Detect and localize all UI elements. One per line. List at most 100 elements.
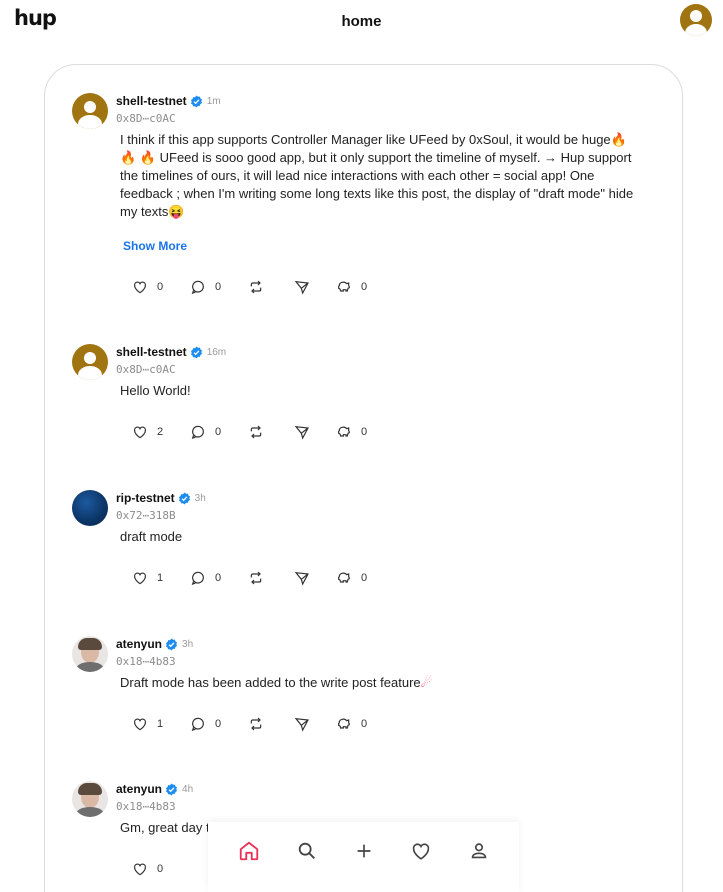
verified-badge-icon — [190, 346, 202, 358]
nav-activity[interactable] — [410, 840, 434, 864]
send-icon — [294, 425, 309, 440]
wallet-address: 0x18⋯4b83 — [116, 800, 176, 813]
like-button[interactable]: 2 — [132, 424, 163, 440]
post-card[interactable]: shell-testnet 1m 0x8D⋯c0AC I think if th… — [72, 93, 672, 303]
post-avatar[interactable] — [72, 636, 108, 672]
comment-count: 0 — [215, 281, 222, 293]
tip-count: 0 — [361, 572, 368, 584]
piggy-bank-icon — [338, 572, 350, 583]
post-username[interactable]: atenyun — [116, 782, 162, 796]
repost-button[interactable] — [248, 716, 264, 732]
comment-button[interactable]: 0 — [190, 570, 221, 586]
like-count: 0 — [157, 863, 164, 875]
heart-icon — [412, 843, 430, 860]
like-count: 1 — [157, 572, 164, 584]
page-title: home — [341, 13, 382, 30]
heart-icon — [134, 281, 146, 294]
plus-icon — [357, 844, 371, 858]
post-text: I think if this app supports Controller … — [120, 132, 634, 219]
tip-button[interactable]: 0 — [336, 279, 367, 295]
comment-icon — [191, 280, 204, 294]
send-icon — [294, 571, 309, 586]
like-button[interactable]: 1 — [132, 570, 163, 586]
wallet-address: 0x18⋯4b83 — [116, 655, 176, 668]
post-actions: 2 0 0 — [132, 424, 392, 442]
repost-button[interactable] — [248, 570, 264, 586]
comment-button[interactable]: 0 — [190, 279, 221, 295]
wallet-address: 0x8D⋯c0AC — [116, 112, 176, 125]
post-actions: 1 0 0 — [132, 716, 392, 734]
post-card[interactable]: shell-testnet 16m 0x8D⋯c0AC Hello World!… — [72, 344, 672, 444]
like-button[interactable]: 0 — [132, 279, 163, 295]
repost-icon — [250, 571, 262, 585]
home-icon — [239, 841, 259, 861]
piggy-bank-icon — [338, 426, 350, 437]
comment-icon — [191, 717, 204, 731]
comment-icon — [191, 571, 204, 585]
search-icon — [298, 842, 315, 859]
verified-badge-icon — [178, 492, 190, 504]
nav-home[interactable] — [238, 840, 262, 864]
post-username[interactable]: atenyun — [116, 637, 162, 651]
heart-icon — [134, 572, 146, 585]
post-avatar[interactable] — [72, 93, 108, 129]
nav-create-post[interactable] — [353, 840, 377, 864]
post-username[interactable]: shell-testnet — [116, 94, 187, 108]
post-text: draft mode — [120, 529, 183, 544]
like-count: 1 — [157, 718, 164, 730]
post-avatar[interactable] — [72, 781, 108, 817]
comment-count: 0 — [215, 718, 222, 730]
share-button[interactable] — [294, 279, 310, 295]
heart-icon — [134, 718, 146, 731]
comment-count: 0 — [215, 572, 222, 584]
post-text: Hello World! — [120, 383, 191, 398]
tip-button[interactable]: 0 — [336, 570, 367, 586]
like-button[interactable]: 1 — [132, 716, 163, 732]
tip-count: 0 — [361, 281, 368, 293]
tip-button[interactable]: 0 — [336, 716, 367, 732]
post-avatar[interactable] — [72, 344, 108, 380]
comet-emoji-icon: ☄ — [420, 675, 433, 690]
repost-icon — [250, 280, 262, 294]
post-username[interactable]: shell-testnet — [116, 345, 187, 359]
verified-badge-icon — [165, 638, 178, 650]
profile-icon — [471, 843, 487, 859]
post-time: 4h — [182, 783, 194, 795]
piggy-bank-icon — [338, 718, 350, 729]
post-time: 3h — [194, 492, 206, 504]
repost-button[interactable] — [248, 279, 264, 295]
nav-profile[interactable] — [468, 840, 492, 864]
tip-button[interactable]: 0 — [336, 424, 367, 440]
post-actions: 1 0 0 — [132, 570, 392, 588]
share-button[interactable] — [294, 716, 310, 732]
share-button[interactable] — [294, 570, 310, 586]
comment-count: 0 — [215, 426, 222, 438]
comment-icon — [191, 425, 204, 439]
tip-count: 0 — [361, 426, 368, 438]
post-username[interactable]: rip-testnet — [116, 491, 175, 505]
user-avatar[interactable] — [680, 4, 712, 36]
post-time: 16m — [206, 346, 227, 358]
post-actions: 0 0 0 — [132, 279, 392, 297]
like-button[interactable]: 0 — [132, 861, 163, 877]
post-card[interactable]: atenyun 3h 0x18⋯4b83 Draft mode has been… — [72, 636, 672, 736]
like-count: 2 — [157, 426, 164, 438]
post-card[interactable]: rip-testnet 3h 0x72⋯318B draft mode 1 0 … — [72, 490, 672, 590]
send-icon — [294, 717, 309, 732]
share-button[interactable] — [294, 424, 310, 440]
send-icon — [294, 280, 309, 295]
comment-button[interactable]: 0 — [190, 716, 221, 732]
fire-emoji-icon: 🔥 — [610, 132, 627, 147]
nav-search[interactable] — [296, 840, 320, 864]
post-avatar[interactable] — [72, 490, 108, 526]
show-more-link[interactable]: Show More — [123, 239, 187, 253]
comment-button[interactable]: 0 — [190, 424, 221, 440]
wallet-address: 0x72⋯318B — [116, 509, 176, 522]
repost-button[interactable] — [248, 424, 264, 440]
top-bar: hup home — [0, 0, 723, 44]
post-time: 3h — [182, 638, 194, 650]
like-count: 0 — [157, 281, 164, 293]
repost-icon — [250, 425, 262, 439]
tip-count: 0 — [361, 718, 368, 730]
heart-icon — [134, 426, 146, 439]
